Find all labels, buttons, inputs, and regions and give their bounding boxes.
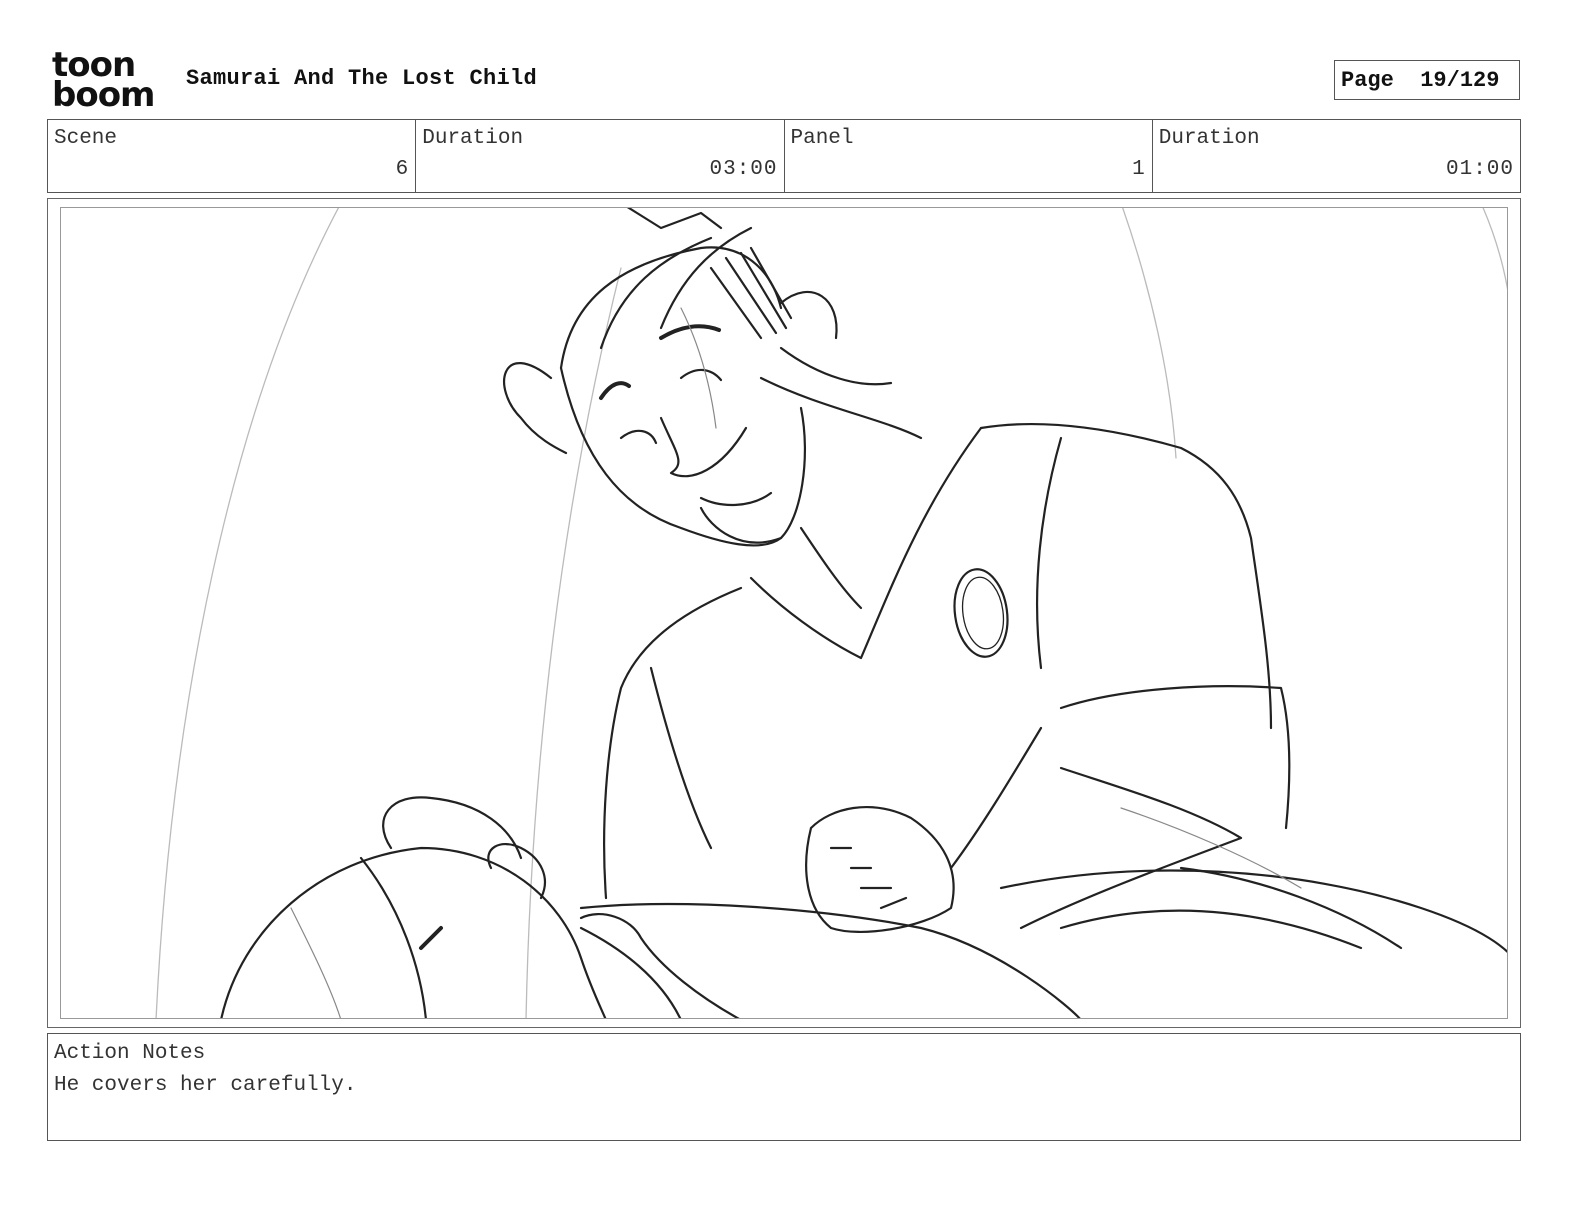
scene-duration-cell: Duration 03:00 — [416, 120, 785, 192]
girl-head — [220, 846, 607, 1018]
arm-lower — [949, 726, 1043, 870]
chin — [699, 506, 783, 544]
eye-left — [619, 429, 658, 445]
eye-right — [679, 368, 723, 382]
collar-v — [749, 426, 983, 660]
sketch-drawing — [155, 208, 1507, 1018]
nose — [659, 416, 748, 478]
bg-arc-far-right — [1482, 208, 1507, 290]
action-notes-label: Action Notes — [54, 1042, 206, 1065]
brow-left — [599, 381, 631, 400]
ponytail — [779, 346, 893, 386]
action-notes-text: He covers her carefully. — [54, 1074, 357, 1097]
bg-arc-right — [1122, 208, 1177, 459]
girl-body — [579, 926, 682, 1018]
forearm — [1019, 766, 1243, 930]
blanket-fold-2 — [1179, 866, 1403, 950]
torso-left — [649, 666, 713, 850]
storyboard-panel — [60, 207, 1508, 1019]
ear-left — [503, 362, 568, 455]
storyboard-panel-frame — [47, 198, 1521, 1028]
finger-lines — [829, 846, 908, 910]
hair-strand-1 — [599, 236, 713, 350]
scene-duration-label: Duration — [422, 127, 524, 150]
logo-line-2: boom — [52, 75, 155, 115]
toon-boom-logo: toon boom — [52, 48, 164, 115]
scene-label: Scene — [54, 127, 118, 150]
shoulder-right — [979, 422, 1273, 730]
info-row: Scene 6 Duration 03:00 Panel 1 Duration … — [47, 119, 1521, 193]
hair-top — [626, 208, 723, 230]
project-title: Samurai And The Lost Child — [186, 66, 538, 91]
panel-duration-cell: Duration 01:00 — [1153, 120, 1520, 192]
neck — [799, 526, 863, 610]
girl-bun — [382, 796, 523, 860]
mouth — [699, 491, 773, 507]
bg-arc-left — [155, 208, 340, 1018]
face-outline — [559, 366, 807, 547]
blanket-top — [579, 902, 1081, 1018]
panel-label: Panel — [790, 127, 854, 150]
sketch-guide-2 — [290, 907, 341, 1018]
girl-hair-line — [359, 856, 427, 1018]
panel-cell: Panel 1 — [785, 120, 1153, 192]
action-notes: Action Notes He covers her carefully. — [47, 1033, 1521, 1141]
panel-duration-value: 01:00 — [1445, 158, 1514, 181]
scene-duration-value: 03:00 — [709, 158, 778, 181]
scene-value: 6 — [395, 158, 410, 181]
panel-duration-label: Duration — [1158, 127, 1260, 150]
page-indicator: Page 19/129 — [1334, 60, 1520, 100]
panel-value: 1 — [1132, 158, 1146, 181]
sleeve-right — [1035, 436, 1063, 670]
scene-cell: Scene 6 — [48, 120, 417, 192]
girl-shoulder — [579, 913, 740, 1018]
hair-strand-2 — [659, 226, 753, 330]
girl-eye — [419, 926, 443, 950]
blanket-edge — [999, 869, 1507, 953]
hair-back — [759, 376, 923, 440]
blanket-fold — [1059, 909, 1363, 950]
